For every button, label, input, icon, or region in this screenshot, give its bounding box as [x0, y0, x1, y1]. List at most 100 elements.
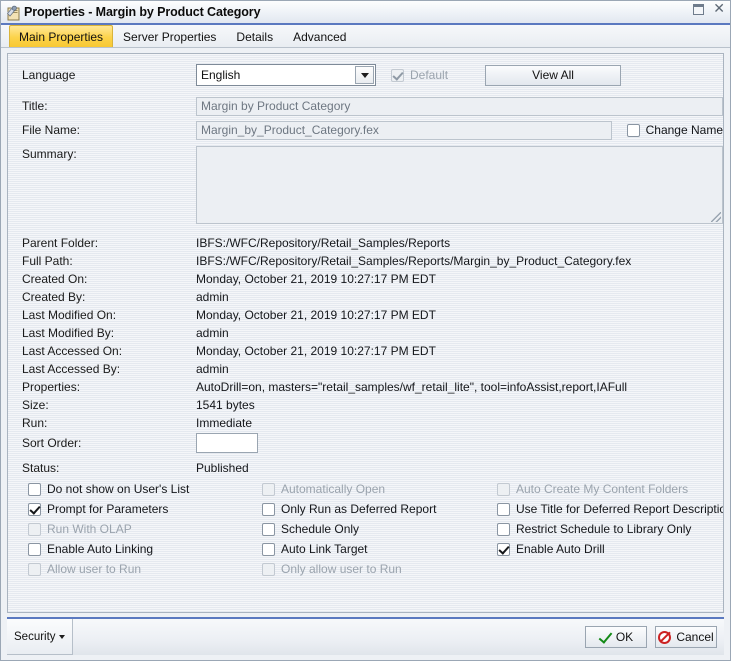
- option-run-with-olap: Run With OLAP: [28, 522, 132, 536]
- checkbox-box: [28, 562, 41, 576]
- option-label: Allow user to Run: [47, 562, 142, 576]
- option-label: Do not show on User's List: [47, 482, 190, 496]
- info-row-run: Run: Immediate: [8, 414, 723, 432]
- option-use-title-for-deferred-report-description[interactable]: Use Title for Deferred Report Descriptio…: [497, 502, 724, 516]
- summary-label: Summary:: [22, 147, 77, 161]
- tab-main-properties[interactable]: Main Properties: [9, 25, 114, 47]
- info-value: Monday, October 21, 2019 10:27:17 PM EDT: [196, 308, 436, 322]
- option-automatically-open: Automatically Open: [262, 482, 385, 496]
- info-row-last-modified-on: Last Modified On: Monday, October 21, 20…: [8, 306, 723, 324]
- checkbox-box: [28, 482, 41, 496]
- option-only-allow-user-to-run: Only allow user to Run: [262, 562, 402, 576]
- info-value: IBFS:/WFC/Repository/Retail_Samples/Repo…: [196, 236, 451, 250]
- checkbox-box: [497, 522, 510, 536]
- tab-advanced[interactable]: Advanced: [283, 25, 356, 47]
- tab-label: Details: [236, 29, 274, 44]
- option-label: Only allow user to Run: [281, 562, 402, 576]
- option-do-not-show-on-users-list[interactable]: Do not show on User's List: [28, 482, 189, 496]
- checkbox-box: [262, 562, 275, 576]
- info-row-size: Size: 1541 bytes: [8, 396, 723, 414]
- sort-order-row: Sort Order:: [8, 432, 723, 454]
- window-title: Properties - Margin by Product Category: [24, 5, 261, 19]
- info-label: Last Accessed By:: [22, 362, 121, 376]
- info-value: 1541 bytes: [196, 398, 255, 412]
- prohibition-icon: [658, 630, 672, 644]
- tab-server-properties[interactable]: Server Properties: [113, 25, 226, 47]
- info-label: Created On:: [22, 272, 88, 286]
- resize-handle-icon[interactable]: [711, 212, 721, 222]
- status-row: Status: Published: [8, 459, 723, 477]
- file-name-field[interactable]: Margin_by_Product_Category.fex: [196, 120, 612, 140]
- checkbox-box: [262, 542, 275, 556]
- option-auto-link-target[interactable]: Auto Link Target: [262, 542, 368, 556]
- option-label: Auto Create My Content Folders: [516, 482, 689, 496]
- file-name-label: File Name:: [22, 123, 81, 137]
- cancel-button[interactable]: Cancel: [655, 626, 717, 648]
- tab-label: Server Properties: [123, 29, 217, 44]
- info-value: Monday, October 21, 2019 10:27:17 PM EDT: [196, 344, 436, 358]
- info-row-last-accessed-on: Last Accessed On: Monday, October 21, 20…: [8, 342, 723, 360]
- option-label: Prompt for Parameters: [47, 502, 169, 516]
- view-all-label: View All: [532, 68, 574, 82]
- option-auto-create-my-content-folders: Auto Create My Content Folders: [497, 482, 688, 496]
- file-name-row: File Name: Margin_by_Product_Category.fe…: [8, 120, 723, 140]
- checkbox-box: [28, 542, 41, 556]
- ok-button[interactable]: OK: [585, 626, 647, 648]
- info-label: Parent Folder:: [22, 236, 99, 250]
- security-button[interactable]: Security: [7, 619, 73, 655]
- chevron-down-icon: [58, 634, 65, 639]
- title-bar: Properties - Margin by Product Category …: [1, 1, 730, 25]
- info-value: admin: [196, 362, 229, 376]
- option-allow-user-to-run: Allow user to Run: [28, 562, 141, 576]
- option-label: Auto Link Target: [281, 542, 368, 556]
- language-select[interactable]: English: [196, 64, 376, 86]
- info-label: Last Modified By:: [22, 326, 115, 340]
- info-label: Created By:: [22, 290, 86, 304]
- info-value: Immediate: [196, 416, 253, 430]
- info-label: Last Modified On:: [22, 308, 117, 322]
- option-prompt-for-parameters[interactable]: Prompt for Parameters: [28, 502, 168, 516]
- checkbox-box: [497, 502, 510, 516]
- option-enable-auto-drill[interactable]: Enable Auto Drill: [497, 542, 605, 556]
- language-value: English: [201, 68, 241, 82]
- option-only-run-as-deferred-report[interactable]: Only Run as Deferred Report: [262, 502, 436, 516]
- view-all-button[interactable]: View All: [485, 64, 622, 86]
- maximize-icon[interactable]: [693, 4, 705, 15]
- info-value: admin: [196, 326, 229, 340]
- default-checkbox: Default: [391, 68, 448, 82]
- chevron-down-icon[interactable]: [355, 66, 374, 84]
- info-row-created-on: Created On: Monday, October 21, 2019 10:…: [8, 270, 723, 288]
- close-icon[interactable]: ✕: [713, 2, 725, 16]
- title-field[interactable]: Margin by Product Category: [196, 96, 723, 116]
- option-label: Enable Auto Drill: [516, 542, 605, 556]
- tab-label: Advanced: [293, 29, 347, 44]
- sort-order-input[interactable]: [196, 433, 258, 453]
- option-enable-auto-linking[interactable]: Enable Auto Linking: [28, 542, 153, 556]
- file-name-value: Margin_by_Product_Category.fex: [201, 123, 379, 137]
- language-label: Language: [22, 68, 76, 82]
- change-name-checkbox[interactable]: Change Name: [626, 123, 723, 137]
- status-label: Status:: [22, 461, 60, 475]
- checkbox-box: [626, 123, 640, 137]
- properties-tool-icon: [5, 4, 22, 21]
- info-value: admin: [196, 290, 229, 304]
- option-label: Automatically Open: [281, 482, 386, 496]
- tab-details[interactable]: Details: [226, 25, 283, 47]
- tab-bar: Main Properties Server Properties Detail…: [1, 25, 730, 48]
- checkbox-box: [28, 502, 41, 516]
- ok-label: OK: [615, 630, 634, 644]
- checkbox-box: [391, 68, 404, 82]
- checkbox-box: [262, 482, 275, 496]
- checkbox-box: [262, 502, 275, 516]
- checkbox-box: [262, 522, 275, 536]
- window-controls: ✕: [693, 2, 725, 16]
- main-properties-panel: Language English Default View All Title:…: [7, 53, 724, 613]
- option-label: Use Title for Deferred Report Descriptio…: [516, 502, 724, 516]
- dialog-footer: Security OK Cancel: [7, 617, 724, 655]
- summary-textarea[interactable]: [196, 146, 723, 224]
- change-name-label: Change Name: [645, 123, 723, 137]
- option-schedule-only[interactable]: Schedule Only: [262, 522, 359, 536]
- cancel-label: Cancel: [676, 630, 714, 644]
- properties-dialog: Properties - Margin by Product Category …: [0, 0, 731, 661]
- option-restrict-schedule-to-library-only[interactable]: Restrict Schedule to Library Only: [497, 522, 691, 536]
